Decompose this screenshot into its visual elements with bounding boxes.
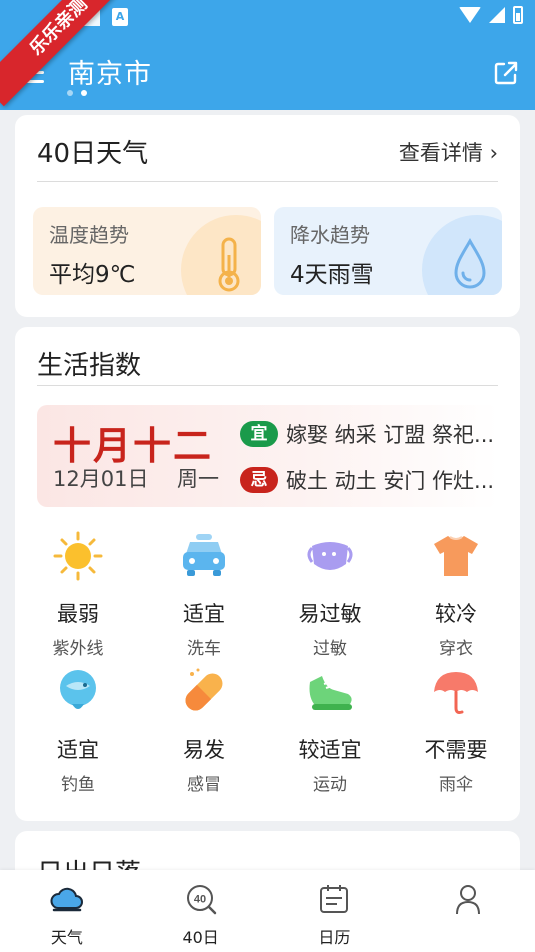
nav-tab-40day[interactable]: 40 40日 [134,870,268,952]
sneaker-icon [309,676,352,710]
precipitation-trend-title: 降水趋势 [290,223,370,247]
raindrop-icon [454,237,486,289]
nav-tab-profile[interactable] [401,870,535,952]
watermark-text: 乐乐亲测 [0,0,120,107]
life-item-label: 运动 [313,775,347,795]
life-item-value: 适宜 [183,602,225,626]
life-item-label: 紫外线 [52,639,104,659]
forecast-40-title: 40日天气 [37,139,149,169]
svg-text:40: 40 [194,894,206,906]
thermometer-icon [218,237,240,292]
nav-tab-calendar[interactable]: 日历 [268,870,402,952]
life-item-fishing[interactable]: 适宜 钓鱼 [15,658,141,795]
avoid-text: 破土 动土 安门 作灶... [286,469,495,493]
umbrella-icon [434,672,478,714]
suitable-badge: 宜 [240,421,278,447]
life-item-label: 穿衣 [439,639,473,659]
life-index-title: 生活指数 [37,351,142,381]
life-item-label: 雨伞 [439,775,473,795]
life-item-value: 较适宜 [298,738,362,762]
life-item-uv[interactable]: 最弱 紫外线 [15,522,141,659]
life-item-value: 易发 [183,738,225,762]
nav-label: 日历 [318,928,351,947]
life-item-carwash[interactable]: 适宜 洗车 [141,522,267,659]
suitable-row: 宜 嫁娶 纳采 订盟 祭祀... [240,419,494,449]
life-item-label: 钓鱼 [61,775,95,795]
life-item-sport[interactable]: 较适宜 运动 [267,658,393,795]
avoid-row: 忌 破土 动土 安门 作灶... [240,465,494,495]
life-item-allergy[interactable]: 易过敏 过敏 [267,522,393,659]
life-item-value: 适宜 [57,738,99,762]
almanac-panel[interactable]: 十月十二 12月01日 周一 宜 嫁娶 纳采 订盟 祭祀... 忌 破土 动土 … [37,405,499,507]
life-index-grid: 最弱 紫外线 适宜 洗车 易过敏 过敏 较冷 穿衣 适宜 钓鱼 易发 感冒 较适… [15,522,520,795]
precipitation-trend-value: 4天雨雪 [290,262,374,288]
temperature-trend-card[interactable]: 温度趋势 平均9℃ [33,207,261,295]
nav-label: 天气 [50,928,83,947]
view-details-link[interactable]: 查看详情 › [399,137,498,167]
lunar-date: 十月十二 [53,423,214,468]
life-item-value: 易过敏 [298,602,362,626]
forecast-40-card: 40日天气 查看详情 › 温度趋势 平均9℃ 降水趋势 4天雨雪 [15,115,520,317]
temperature-trend-title: 温度趋势 [49,223,129,247]
forty-day-icon: 40 [186,885,216,915]
life-item-umbrella[interactable]: 不需要 雨伞 [393,658,519,795]
life-item-label: 过敏 [313,639,347,659]
fish-icon [60,670,96,709]
mask-icon [307,542,353,570]
life-item-label: 感冒 [187,775,221,795]
avoid-badge: 忌 [240,467,278,493]
signal-icon [489,7,505,23]
life-index-card: 生活指数 十月十二 12月01日 周一 宜 嫁娶 纳采 订盟 祭祀... 忌 破… [15,327,520,821]
sun-icon [53,531,103,581]
divider [37,181,498,182]
precipitation-trend-card[interactable]: 降水趋势 4天雨雪 [274,207,502,295]
life-item-clothing[interactable]: 较冷 穿衣 [393,522,519,659]
life-item-value: 较冷 [435,602,477,626]
weekday: 周一 [177,467,219,491]
life-item-value: 不需要 [424,738,488,762]
nav-tab-weather[interactable]: 天气 [0,870,134,952]
life-item-value: 最弱 [57,602,99,626]
battery-icon [513,6,523,24]
status-icons [459,6,523,24]
life-item-label: 洗车 [187,639,221,659]
nav-label: 40日 [182,928,219,947]
car-icon [183,534,225,576]
temperature-trend-value: 平均9℃ [49,262,136,288]
divider [37,385,498,386]
tshirt-icon [434,536,478,576]
chevron-right-icon: › [489,141,498,165]
calendar-icon [320,885,349,913]
suitable-text: 嫁娶 纳采 订盟 祭祀... [286,423,495,447]
user-icon [456,885,481,915]
gregorian-date: 12月01日 [53,467,149,491]
weather-cloud-icon [50,887,83,912]
share-icon[interactable] [493,60,519,86]
pill-icon [185,668,223,711]
life-item-cold[interactable]: 易发 感冒 [141,658,267,795]
watermark-ribbon: 乐乐亲测 [0,0,120,110]
bottom-nav: 天气 40 40日 日历 [0,870,535,952]
wifi-icon [459,7,481,23]
view-details-label: 查看详情 [398,141,483,165]
